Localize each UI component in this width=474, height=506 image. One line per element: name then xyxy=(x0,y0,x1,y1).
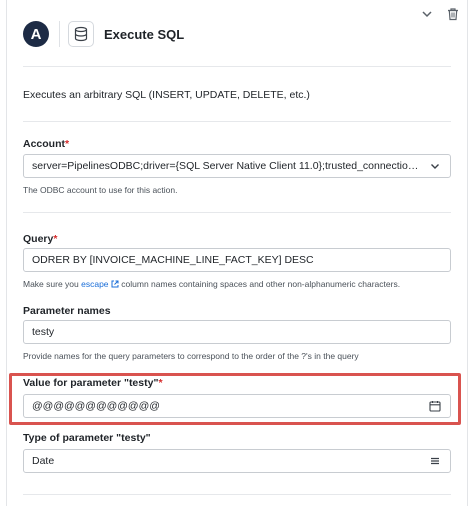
required-mark: * xyxy=(65,138,70,150)
escape-link[interactable]: escape xyxy=(81,279,119,289)
action-header: A Execute SQL xyxy=(23,20,451,48)
database-icon xyxy=(68,21,94,47)
divider xyxy=(23,212,451,213)
parameter-names-value: testy xyxy=(32,326,55,338)
query-help: Make sure you escape column names contai… xyxy=(23,279,400,289)
parameter-names-input[interactable]: testy xyxy=(23,320,451,344)
account-value: server=PipelinesODBC;driver={SQL Server … xyxy=(32,160,422,172)
escape-link-text: escape xyxy=(81,279,109,289)
divider xyxy=(23,66,451,67)
avatar: A xyxy=(23,21,49,47)
query-label-text: Query xyxy=(23,233,54,245)
divider xyxy=(23,121,451,122)
parameter-type-select[interactable]: Date xyxy=(23,449,451,473)
action-title: Execute SQL xyxy=(104,26,185,42)
parameter-type-value: Date xyxy=(32,455,55,467)
account-help: The ODBC account to use for this action. xyxy=(23,185,178,195)
action-panel: A Execute SQL Executes an arbitrary SQL … xyxy=(6,0,468,506)
parameter-names-label: Parameter names xyxy=(23,305,111,317)
external-link-icon xyxy=(111,280,119,288)
query-help-prefix: Make sure you xyxy=(23,279,79,289)
account-label-text: Account xyxy=(23,138,65,150)
header-separator xyxy=(59,21,60,47)
parameter-type-label: Type of parameter "testy" xyxy=(23,432,151,444)
parameter-names-help: Provide names for the query parameters t… xyxy=(23,351,359,361)
query-help-suffix: column names containing spaces and other… xyxy=(121,279,401,289)
divider xyxy=(23,494,451,495)
account-select[interactable]: server=PipelinesODBC;driver={SQL Server … xyxy=(23,154,451,178)
required-mark: * xyxy=(53,233,58,245)
highlight-box xyxy=(9,373,461,425)
chevron-down-icon[interactable] xyxy=(428,159,442,173)
query-value: ODRER BY [INVOICE_MACHINE_LINE_FACT_KEY]… xyxy=(32,254,314,266)
query-label: Query* xyxy=(23,233,57,245)
action-description: Executes an arbitrary SQL (INSERT, UPDAT… xyxy=(23,89,310,101)
account-label: Account* xyxy=(23,138,69,150)
query-input[interactable]: ODRER BY [INVOICE_MACHINE_LINE_FACT_KEY]… xyxy=(23,248,451,272)
menu-icon[interactable] xyxy=(428,454,442,468)
